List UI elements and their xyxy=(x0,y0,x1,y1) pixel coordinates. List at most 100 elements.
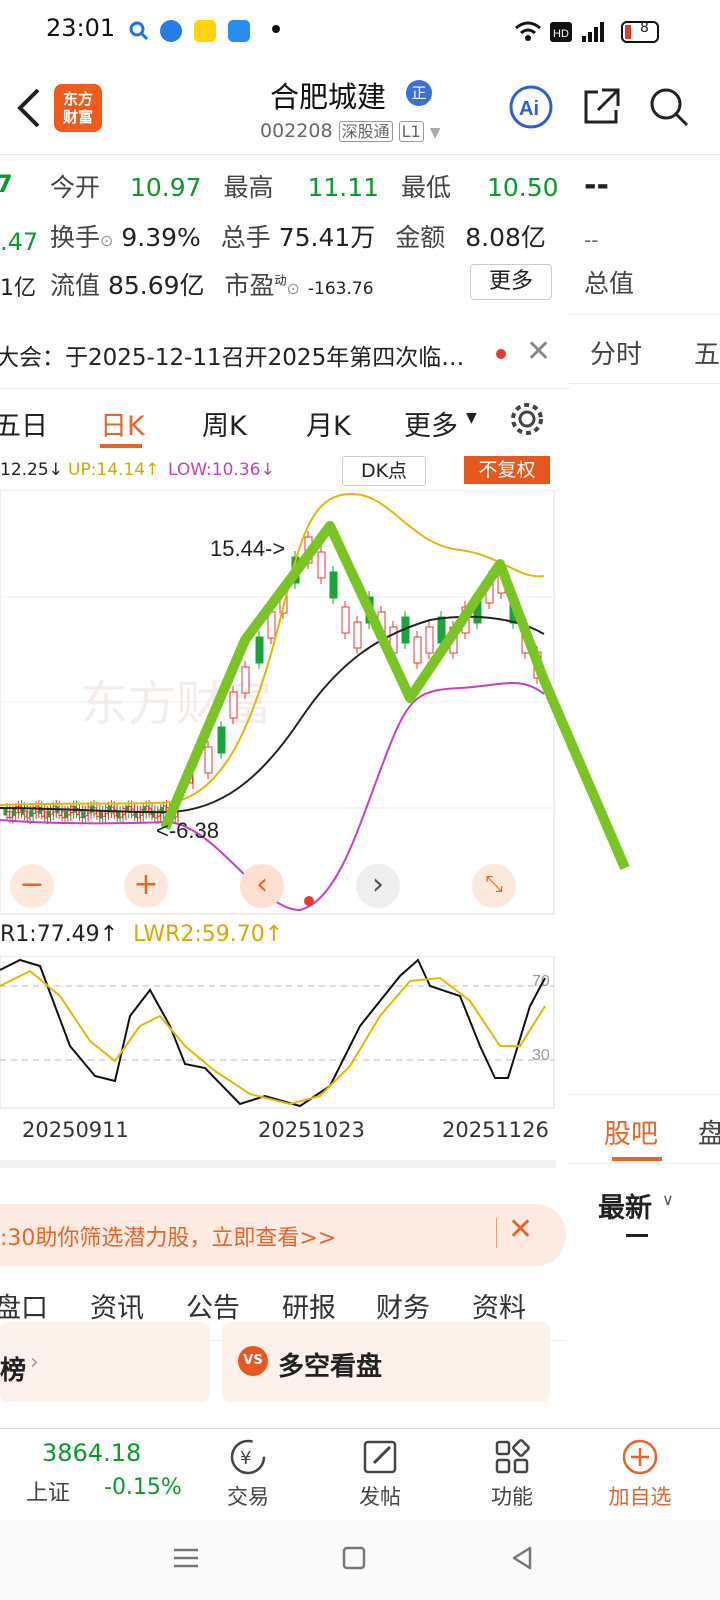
adjust-button[interactable]: 不复权 xyxy=(464,456,550,484)
tab-daily-k[interactable]: 日K xyxy=(100,404,145,443)
divider xyxy=(0,1160,556,1168)
dot-icon xyxy=(272,25,280,33)
tab-underline xyxy=(100,444,142,448)
back-icon[interactable] xyxy=(14,86,44,130)
candle-body xyxy=(3,808,7,816)
tab-monthly-k[interactable]: 月K xyxy=(306,404,351,443)
function-button[interactable]: 功能 xyxy=(484,1437,540,1511)
candle-body xyxy=(425,626,434,654)
plus-circle-icon xyxy=(622,1439,658,1475)
tab-news[interactable]: 资讯 xyxy=(90,1286,144,1325)
candle-body xyxy=(23,810,28,818)
candle-body xyxy=(6,811,10,819)
svg-text:HD: HD xyxy=(553,28,569,40)
tab-weekly-k[interactable]: 周K xyxy=(202,404,247,443)
bull-bear-card[interactable]: VS 多空看盘 xyxy=(222,1322,550,1402)
tab-profile[interactable]: 资料 xyxy=(472,1286,526,1325)
dk-button[interactable]: DK点 xyxy=(342,456,426,486)
add-watchlist-button[interactable]: 加自选 xyxy=(604,1437,676,1511)
volume-value: 75.41万 xyxy=(278,223,376,252)
level-30: 30 xyxy=(532,1047,550,1064)
notice-bar[interactable]: 大会：于2025-12-11召开2025年第四次临… ✕ xyxy=(0,322,570,389)
promo-text: :30助你筛选潜力股，立即查看>> xyxy=(0,1226,337,1251)
post-button[interactable]: 发帖 xyxy=(352,1437,408,1511)
tab-more[interactable]: 更多 xyxy=(404,404,458,443)
info-icon[interactable]: ⊙ xyxy=(287,279,300,298)
stock-code-line[interactable]: 002208 深股通 L1 ▼ xyxy=(260,118,441,142)
tab-guba[interactable]: 股吧 xyxy=(604,1112,658,1151)
period-tabs: 五日 日K 周K 月K 更多 ▼ xyxy=(0,392,570,460)
home-icon[interactable] xyxy=(340,1544,368,1572)
turnover-value: 9.39% xyxy=(121,223,201,252)
tab-underline xyxy=(612,1157,662,1161)
amount-value: 8.08亿 xyxy=(465,223,546,252)
app-logo[interactable]: 东方 财富 xyxy=(54,84,102,132)
kline-chart[interactable]: 东方财富 15.44-> <-6.38 xyxy=(0,490,720,920)
status-bar: 23:01 HD 8 xyxy=(0,0,720,62)
zoom-in-button[interactable]: + xyxy=(124,864,168,908)
candle-body xyxy=(229,691,238,719)
chevron-right-icon: › xyxy=(30,1350,39,1375)
vs-icon: VS xyxy=(238,1346,268,1376)
candle-body xyxy=(58,808,62,816)
candle-body xyxy=(99,811,103,819)
edit-icon xyxy=(363,1440,397,1474)
tab-finance[interactable]: 财务 xyxy=(376,1286,430,1325)
next-button[interactable]: › xyxy=(356,864,400,908)
expand-icon[interactable]: ⤡ xyxy=(472,864,516,908)
clock: 23:01 xyxy=(46,14,116,42)
right-dash: -- xyxy=(584,168,609,203)
candle-body xyxy=(12,808,16,816)
latest-sort[interactable]: 最新 xyxy=(598,1186,652,1225)
tab-pankou[interactable]: 盘口 xyxy=(0,1286,48,1325)
candle-body xyxy=(413,636,422,664)
market-tag: 深股通 xyxy=(338,121,393,142)
prev-button[interactable]: ‹ xyxy=(240,864,284,908)
promo-banner[interactable]: :30助你筛选潜力股，立即查看>> ✕ xyxy=(0,1204,566,1266)
zoom-out-button[interactable]: − xyxy=(10,864,54,908)
tab-fenshi[interactable]: 分时 xyxy=(590,334,642,371)
close-icon[interactable]: ✕ xyxy=(508,1212,533,1247)
lwr-indicator-chart[interactable]: 70 30 xyxy=(0,956,556,1110)
browser-app-icon xyxy=(160,20,182,42)
search-icon[interactable] xyxy=(648,86,690,128)
pe-sup: 动 xyxy=(274,273,287,288)
lwr1-line xyxy=(0,958,546,1108)
tab-research[interactable]: 研报 xyxy=(282,1286,336,1325)
ai-icon[interactable]: Ai xyxy=(508,84,554,130)
index-change: -0.15% xyxy=(104,1475,182,1500)
candle-body xyxy=(64,811,68,819)
boll-low: LOW:10.36↓ xyxy=(168,460,275,480)
high-label: 最高 xyxy=(223,173,274,202)
notice-text: 大会：于2025-12-11召开2025年第四次临… xyxy=(0,345,465,371)
open-value: 10.97 xyxy=(129,173,202,202)
pe-value: -163.76 xyxy=(307,279,374,299)
gear-icon[interactable] xyxy=(508,400,546,438)
open-label: 今开 xyxy=(50,173,101,202)
quote-panel: 7 .47 1亿 今开 10.97 最高 11.11 最低 10.50 换手⊙ … xyxy=(0,166,570,316)
amount-label: 金额 xyxy=(395,223,446,252)
info-icon[interactable]: ⊙ xyxy=(100,231,113,250)
candle-body xyxy=(29,809,34,817)
back-nav-icon[interactable] xyxy=(508,1544,536,1572)
ranking-card[interactable]: 榜 › xyxy=(0,1322,210,1402)
close-icon[interactable]: ✕ xyxy=(526,334,551,369)
chevron-down-icon: ▼ xyxy=(429,125,441,141)
menu-icon[interactable] xyxy=(172,1544,200,1572)
x-label-2: 20251023 xyxy=(258,1118,365,1142)
price-fragment: 7 xyxy=(0,170,13,198)
trade-button[interactable]: ¥ 交易 xyxy=(220,1437,276,1511)
candle-body xyxy=(61,811,65,819)
more-button[interactable]: 更多 xyxy=(470,264,552,300)
ranking-label: 榜 xyxy=(0,1356,27,1386)
grid-icon xyxy=(495,1439,530,1474)
search-app-icon xyxy=(128,20,150,42)
tab-5day[interactable]: 五日 xyxy=(0,404,48,443)
tab-announcements[interactable]: 公告 xyxy=(186,1286,240,1325)
yen-icon: ¥ xyxy=(230,1439,266,1475)
boll-mid: 12.25↓ xyxy=(0,460,63,480)
share-icon[interactable] xyxy=(580,86,622,128)
tab-pan[interactable]: 盘 xyxy=(698,1112,720,1151)
tab-wu[interactable]: 五 xyxy=(694,334,720,371)
candle-body xyxy=(217,726,226,754)
